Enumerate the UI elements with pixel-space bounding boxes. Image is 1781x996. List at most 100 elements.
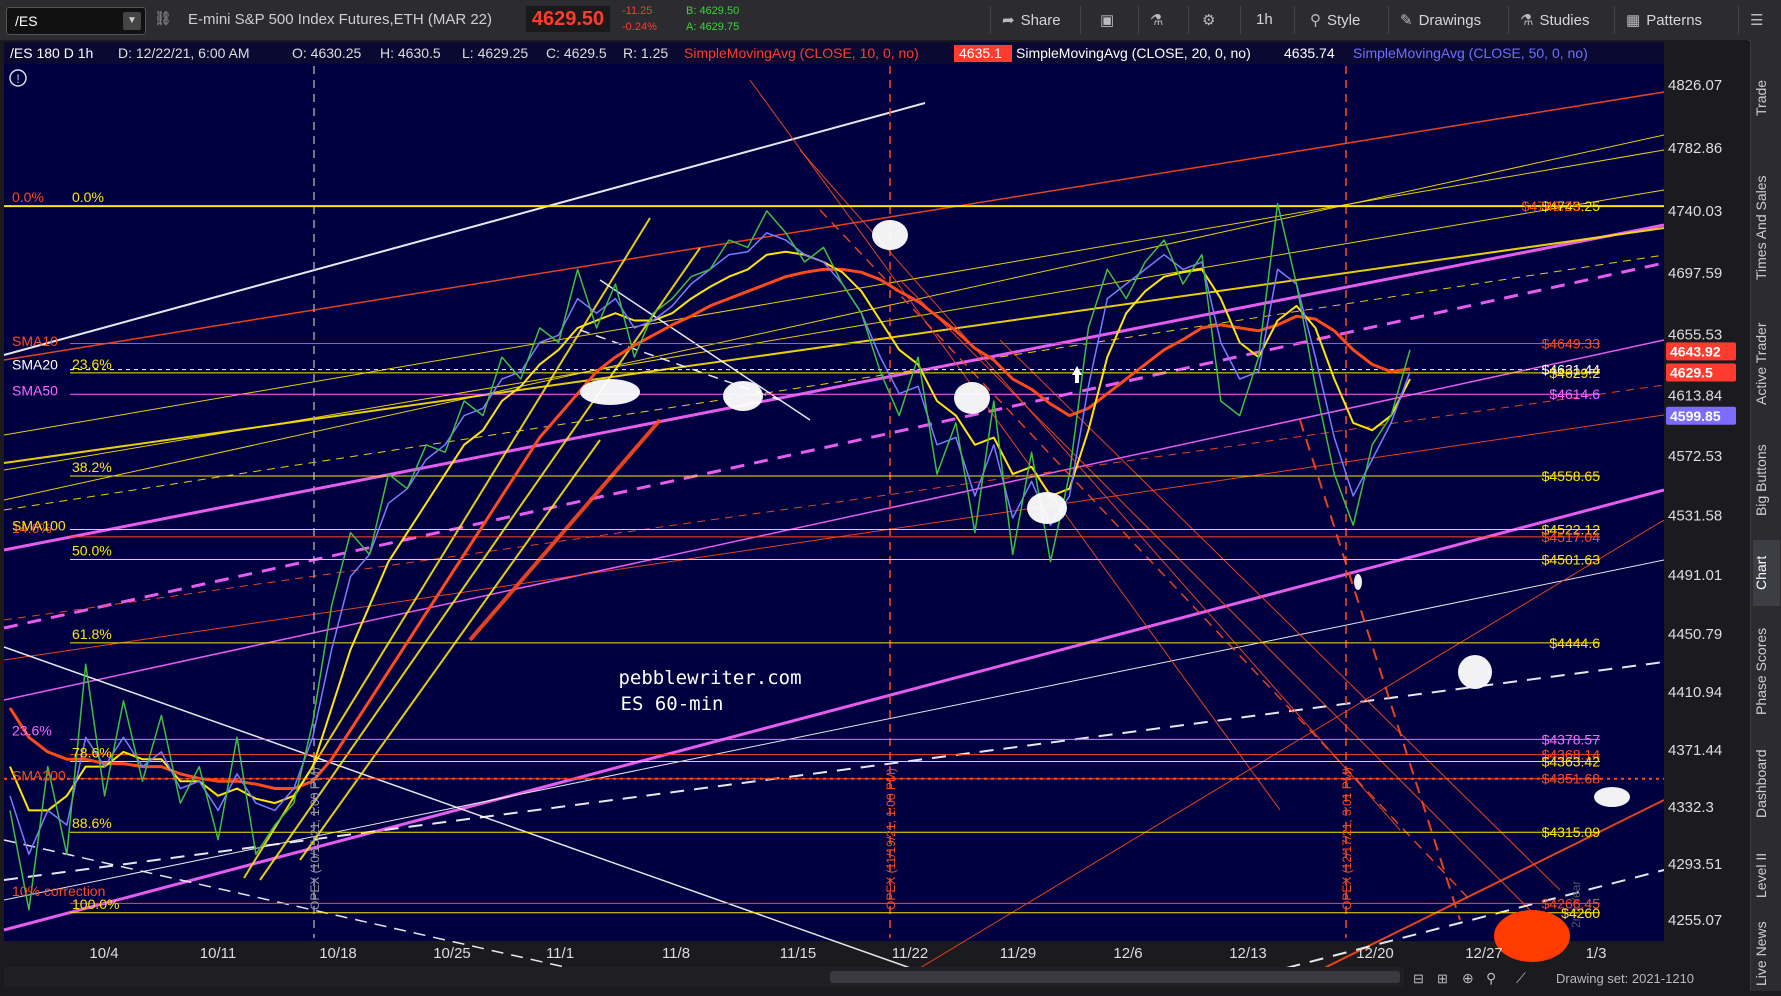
scrollbar-thumb[interactable] <box>830 971 1400 983</box>
fib-label: 61.8% <box>72 626 112 642</box>
right-sidebar: Trade Times And Sales Active Trader Big … <box>1750 40 1781 991</box>
y-tick-label: 4450.79 <box>1668 626 1722 643</box>
sma-label: SMA200 <box>12 767 66 783</box>
fib-label: 0.0% <box>12 189 44 205</box>
studies-label: Studies <box>1539 12 1590 29</box>
price-badge-text: 4599.85 <box>1670 408 1721 424</box>
drawings-label: Drawings <box>1418 12 1482 29</box>
y-tick-label: 4740.03 <box>1668 203 1722 220</box>
sma50-legend[interactable]: SimpleMovingAvg (CLOSE, 50, 0, no) <box>1353 45 1588 61</box>
drawing-set-label[interactable]: Drawing set: 2021-1210 <box>1556 971 1694 986</box>
compare-button[interactable]: ▣ <box>1100 11 1120 29</box>
patterns-button[interactable]: ▦ Patterns <box>1626 11 1702 29</box>
annotation-ellipse <box>1354 574 1362 590</box>
fib-label: 88.6% <box>72 815 112 831</box>
x-tick-label: 1/3 <box>1586 945 1607 962</box>
tab-level-ii[interactable]: Level II <box>1753 840 1780 910</box>
menu-button[interactable]: ☰ <box>1750 11 1769 29</box>
x-tick-label: 10/18 <box>319 945 357 962</box>
share-label: Share <box>1020 12 1061 29</box>
percent-change: -0.24% <box>622 21 657 33</box>
y-tick-label: 4613.84 <box>1668 387 1722 404</box>
fib-label: 23.6% <box>12 722 52 738</box>
tab-dashboard[interactable]: Dashboard <box>1753 736 1780 832</box>
zoom-out-icon[interactable]: ⊟ <box>1413 971 1424 986</box>
price-level-label: $4558.65 <box>1542 468 1601 484</box>
annotation-ellipse <box>1594 787 1630 807</box>
tab-trade[interactable]: Trade <box>1753 48 1780 148</box>
sma-label: SMA20 <box>12 356 58 372</box>
instrument-description: E-mini S&P 500 Index Futures,ETH (MAR 22… <box>188 11 492 28</box>
symbol-text: /ES <box>15 13 38 29</box>
price-level-label: $4629.2 <box>1549 365 1600 381</box>
fib-label: 50.0% <box>72 542 112 558</box>
link-icon[interactable]: ⛓ <box>154 10 172 27</box>
price-level-label: $4743.25 <box>1522 198 1581 214</box>
price-level-label: $4260 <box>1561 905 1600 921</box>
x-tick-label: 11/1 <box>546 945 574 962</box>
flask-button[interactable]: ⚗ <box>1150 11 1169 29</box>
target-ellipse <box>1494 910 1570 962</box>
style-icon: ⚲ <box>1310 12 1321 29</box>
y-tick-label: 4332.3 <box>1668 799 1714 816</box>
annotation-ellipse <box>723 381 763 411</box>
tab-live-news[interactable]: Live News <box>1753 918 1780 990</box>
sma20-legend[interactable]: SimpleMovingAvg (CLOSE, 20, 0, no) <box>1016 45 1251 61</box>
chevron-down-icon[interactable]: ▼ <box>123 12 141 30</box>
y-tick-label: 4782.86 <box>1668 140 1722 157</box>
crosshair-icon[interactable]: ⊕ <box>1462 970 1474 986</box>
fib-label: 23.6% <box>72 356 112 372</box>
fib-label: 38.2% <box>72 459 112 475</box>
price-level-label: $4517.04 <box>1542 529 1601 545</box>
ask-price: A: 4629.75 <box>686 21 740 33</box>
chart-title: pebblewriter.com <box>618 667 801 689</box>
share-icon: ➦ <box>1002 12 1015 29</box>
y-tick-label: 4826.07 <box>1668 77 1722 94</box>
annotation-ellipse <box>580 379 640 405</box>
bar-high: H: 4630.5 <box>380 45 441 61</box>
tab-chart[interactable]: Chart <box>1753 540 1780 606</box>
chart-area[interactable]: OPEX (10/15/21, 1:00 PM) OPEX (11/19/21, … <box>0 40 1748 991</box>
x-tick-label: 11/22 <box>892 945 928 962</box>
price-chart[interactable]: OPEX (10/15/21, 1:00 PM) OPEX (11/19/21, … <box>0 40 1748 991</box>
annotation-ellipse <box>954 382 990 414</box>
x-tick-label: 11/8 <box>662 945 690 962</box>
y-tick-label: 4255.07 <box>1668 912 1722 929</box>
share-button[interactable]: ➦ Share <box>1002 11 1061 29</box>
y-tick-label: 4572.53 <box>1668 448 1722 465</box>
fib-label: 0.0% <box>72 189 104 205</box>
annotation-ellipse <box>872 220 908 250</box>
drawings-button[interactable]: ✎ Drawings <box>1400 11 1481 29</box>
timeframe-button[interactable]: 1h <box>1256 11 1273 28</box>
style-button[interactable]: ⚲ Style <box>1310 11 1360 29</box>
pencil-icon: ✎ <box>1400 12 1413 29</box>
x-tick-label: 10/4 <box>89 945 118 962</box>
price-level-label: $4363.42 <box>1542 754 1601 770</box>
bar-open: O: 4630.25 <box>292 45 361 61</box>
symbol-selector[interactable]: /ES ▼ <box>6 7 146 35</box>
sma10-legend[interactable]: SimpleMovingAvg (CLOSE, 10, 0, no) <box>684 45 919 61</box>
tab-big-buttons[interactable]: Big Buttons <box>1753 430 1780 530</box>
y-tick-label: 4531.58 <box>1668 508 1722 525</box>
sma-label: 10% correction <box>12 883 105 899</box>
studies-button[interactable]: ⚗ Studies <box>1520 11 1590 29</box>
fib-label: 78.6% <box>72 745 112 761</box>
bar-range: R: 1.25 <box>623 45 668 61</box>
x-tick-label: 11/15 <box>780 945 816 962</box>
magnifier-icon[interactable]: ⚲ <box>1486 970 1496 986</box>
y-tick-label: 4371.44 <box>1668 742 1722 759</box>
tab-times-and-sales[interactable]: Times And Sales <box>1753 158 1780 298</box>
price-level-label: $4501.63 <box>1542 551 1601 567</box>
price-level-label: $4378.57 <box>1542 731 1601 747</box>
settings-button[interactable]: ⚙ <box>1202 11 1221 29</box>
x-tick-label: 12/20 <box>1356 945 1394 962</box>
y-tick-label: 4697.59 <box>1668 265 1722 282</box>
tab-active-trader[interactable]: Active Trader <box>1753 308 1780 420</box>
opex-label: OPEX (11/19/21, 1:00 PM) <box>884 768 898 910</box>
price-level-label: $4649.33 <box>1542 335 1601 351</box>
sma20-legend-value: 4635.74 <box>1284 45 1335 61</box>
draw-tool-icon[interactable]: ⟋ <box>1516 970 1526 986</box>
sma-label: SMA10 <box>12 333 58 349</box>
zoom-in-icon[interactable]: ⊞ <box>1437 971 1448 986</box>
tab-phase-scores[interactable]: Phase Scores <box>1753 616 1780 726</box>
